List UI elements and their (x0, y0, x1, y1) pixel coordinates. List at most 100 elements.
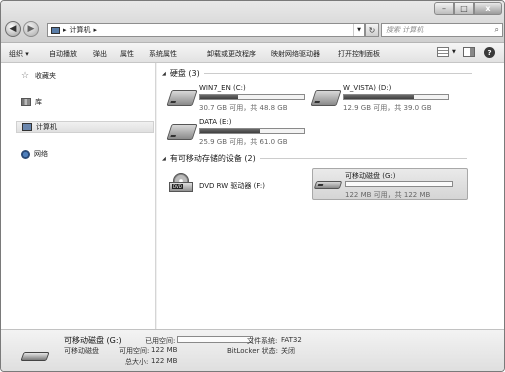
file-system-label: 文件系统: (247, 337, 278, 345)
breadcrumb-separator-icon[interactable]: ▸ (63, 26, 67, 34)
map-network-drive-button[interactable]: 映射网络驱动器 (271, 49, 320, 59)
bitlocker-label: BitLocker 状态: (227, 347, 278, 355)
maximize-button[interactable]: □ (454, 2, 474, 15)
sidebar-item-libraries[interactable]: 库 (21, 97, 42, 107)
autoplay-button[interactable]: 自动播放 (49, 49, 77, 59)
dvd-label: DVD (172, 184, 183, 189)
sidebar-item-label: 库 (35, 98, 42, 106)
group-header-removable[interactable]: ◢ 有可移动存储的设备 (2) (162, 153, 467, 164)
usage-bar (199, 94, 305, 100)
refresh-icon: ↻ (368, 25, 376, 35)
minimize-button[interactable]: – (434, 2, 454, 15)
window-controls: – □ x (434, 2, 502, 15)
group-title: 有可移动存储的设备 (2) (169, 154, 256, 163)
address-bar[interactable]: ▸ 计算机 ▸ ▼ (47, 23, 365, 37)
drive-free-space: 30.7 GB 可用，共 48.8 GB (199, 104, 288, 112)
drive-name: W_VISTA) (D:) (343, 84, 392, 92)
drive-f-dvd[interactable]: DVD DVD RW 驱动器 (F:) (169, 173, 299, 201)
explorer-window: – □ x ◀ ▶ ▸ 计算机 ▸ ▼ ↻ 搜索 计算机 ⌕ 组织 ▾ 自动播放… (0, 0, 505, 372)
address-dropdown-button[interactable]: ▼ (353, 24, 364, 36)
chevron-down-icon[interactable]: ▼ (452, 49, 456, 55)
hard-drive-icon (310, 90, 342, 106)
breadcrumb: ▸ 计算机 ▸ (51, 25, 97, 35)
drive-d[interactable]: W_VISTA) (D:) 12.9 GB 可用，共 39.0 GB (310, 84, 453, 114)
properties-button[interactable]: 属性 (120, 49, 134, 59)
organize-menu[interactable]: 组织 ▾ (9, 49, 29, 59)
forward-arrow-icon: ▶ (27, 24, 35, 34)
back-arrow-icon: ◀ (9, 24, 17, 34)
drive-g-removable[interactable]: 可移动磁盘 (G:) 122 MB 可用，共 122 MB (312, 168, 468, 200)
drive-name: DATA (E:) (199, 118, 232, 126)
sidebar-item-favorites[interactable]: ☆ 收藏夹 (21, 71, 56, 81)
drive-name: 可移动磁盘 (G:) (345, 172, 396, 180)
drive-free-space: 122 MB 可用，共 122 MB (345, 191, 431, 199)
drive-free-space: 25.9 GB 可用，共 61.0 GB (199, 138, 288, 146)
eject-button[interactable]: 弹出 (93, 49, 107, 59)
dvd-drive-icon: DVD (169, 173, 195, 195)
sidebar-item-computer[interactable]: 计算机 (16, 121, 154, 133)
details-title: 可移动磁盘 (G:) (64, 336, 122, 345)
content-pane: ◢ 硬盘 (3) WIN7_EN (C:) 30.7 GB 可用，共 48.8 … (157, 63, 504, 329)
group-title: 硬盘 (3) (169, 69, 200, 78)
hard-drive-icon (166, 90, 198, 106)
drive-free-space: 12.9 GB 可用，共 39.0 GB (343, 104, 432, 112)
removable-disk-icon (313, 181, 343, 189)
usage-bar-fill (344, 95, 414, 99)
sidebar-item-label: 计算机 (36, 123, 57, 131)
details-subtitle: 可移动磁盘 (64, 347, 99, 355)
navigation-pane: ☆ 收藏夹 库 计算机 网络 (1, 63, 156, 329)
free-space-value: 122 MB (151, 346, 178, 354)
title-bar: – □ x ◀ ▶ ▸ 计算机 ▸ ▼ ↻ 搜索 计算机 ⌕ (1, 1, 504, 43)
used-space-label: 已用空间: (145, 337, 176, 345)
breadcrumb-separator-icon[interactable]: ▸ (94, 26, 98, 34)
drive-c[interactable]: WIN7_EN (C:) 30.7 GB 可用，共 48.8 GB (166, 84, 309, 114)
search-placeholder: 搜索 计算机 (386, 26, 424, 34)
computer-icon (22, 123, 32, 131)
usage-bar-fill (200, 129, 261, 133)
details-pane: 可移动磁盘 (G:) 已用空间: 可移动磁盘 可用空间: 122 MB 总大小:… (1, 329, 504, 371)
drive-name: WIN7_EN (C:) (199, 84, 246, 92)
help-icon[interactable]: ? (484, 47, 495, 58)
drive-e[interactable]: DATA (E:) 25.9 GB 可用，共 61.0 GB (166, 118, 309, 148)
usage-bar (199, 128, 305, 134)
breadcrumb-computer[interactable]: 计算机 (70, 25, 91, 35)
star-icon: ☆ (21, 70, 30, 81)
bitlocker-value: 关闭 (281, 347, 295, 355)
search-input[interactable]: 搜索 计算机 ⌕ (381, 23, 503, 37)
collapse-triangle-icon[interactable]: ◢ (162, 71, 166, 77)
drive-g-tile: 可移动磁盘 (G:) 122 MB 可用，共 122 MB (313, 171, 465, 199)
sidebar-item-network[interactable]: 网络 (21, 149, 48, 159)
removable-disk-icon (20, 352, 50, 361)
system-properties-button[interactable]: 系统属性 (149, 49, 177, 59)
network-icon (21, 149, 30, 159)
computer-icon (51, 26, 60, 34)
close-button[interactable]: x (474, 2, 502, 15)
refresh-button[interactable]: ↻ (365, 23, 379, 37)
sidebar-item-label: 收藏夹 (35, 72, 56, 80)
hard-drive-icon (166, 124, 198, 140)
library-icon (21, 98, 31, 106)
usage-bar (345, 181, 453, 187)
uninstall-program-button[interactable]: 卸载或更改程序 (207, 49, 256, 59)
usage-bar (343, 94, 449, 100)
group-divider (259, 158, 467, 159)
total-size-label: 总大小: (125, 358, 149, 366)
drive-name: DVD RW 驱动器 (F:) (199, 182, 265, 190)
chevron-down-icon: ▼ (357, 27, 361, 33)
open-control-panel-button[interactable]: 打开控制面板 (338, 49, 380, 59)
preview-pane-icon[interactable] (463, 47, 475, 57)
file-system-value: FAT32 (281, 336, 302, 344)
change-view-icon[interactable] (437, 47, 449, 57)
back-button[interactable]: ◀ (5, 21, 21, 37)
total-size-value: 122 MB (151, 357, 178, 365)
group-header-hard-disks[interactable]: ◢ 硬盘 (3) (162, 68, 472, 79)
collapse-triangle-icon[interactable]: ◢ (162, 156, 166, 162)
search-icon[interactable]: ⌕ (495, 25, 499, 35)
sidebar-item-label: 网络 (34, 150, 48, 158)
command-bar: 组织 ▾ 自动播放 弹出 属性 系统属性 卸载或更改程序 映射网络驱动器 打开控… (1, 43, 504, 63)
usage-bar-fill (200, 95, 239, 99)
used-space-bar (177, 336, 253, 343)
free-space-label: 可用空间: (119, 347, 150, 355)
group-divider (203, 73, 472, 74)
forward-button[interactable]: ▶ (23, 21, 39, 37)
